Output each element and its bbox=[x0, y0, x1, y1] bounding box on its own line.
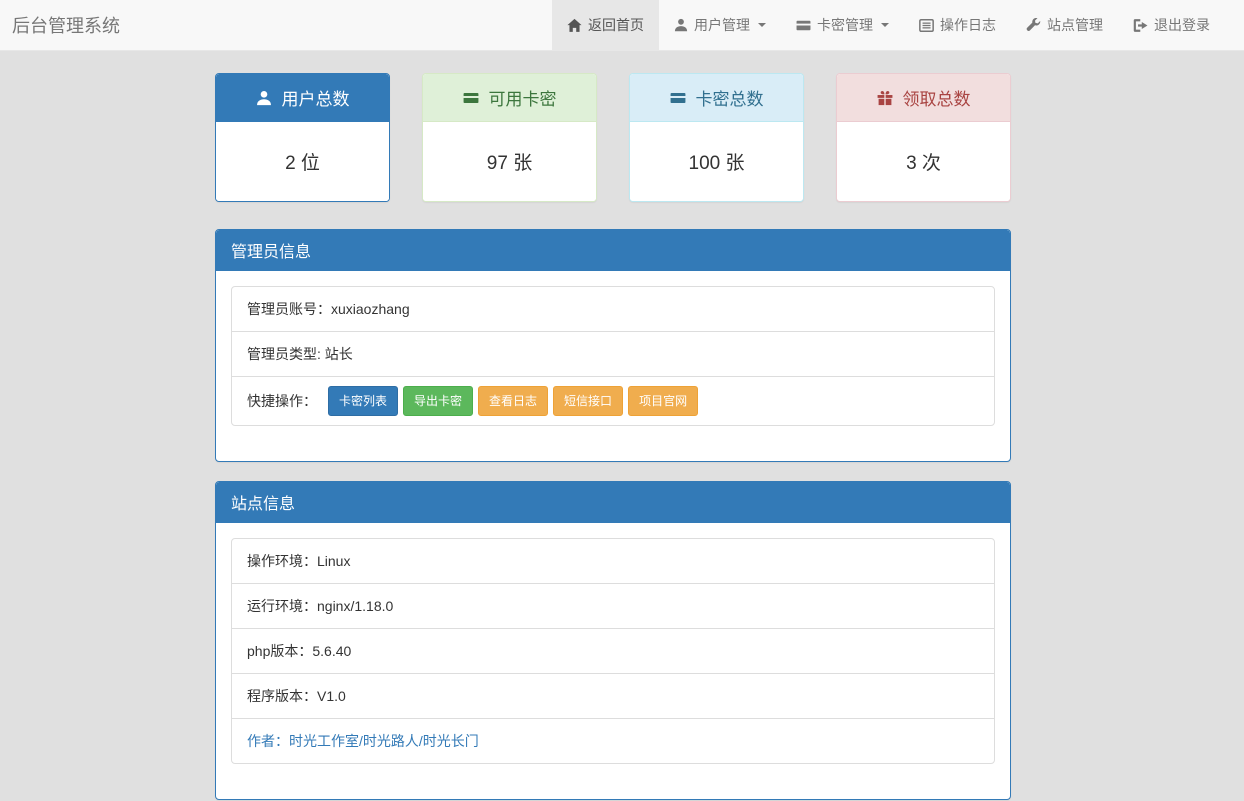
nav-item-home[interactable]: 返回首页 bbox=[552, 0, 659, 50]
panel-body: 操作环境：Linux 运行环境：nginx/1.18.0 php版本：5.6.4… bbox=[216, 523, 1010, 799]
main-content: 用户总数 2 位 可用卡密 97 张 卡密总数 100 张 bbox=[215, 73, 1011, 800]
nav-item-operation-log[interactable]: 操作日志 bbox=[904, 0, 1011, 50]
author-link[interactable]: 作者：时光工作室/时光路人/时光长门 bbox=[232, 718, 994, 763]
user-icon bbox=[674, 18, 688, 32]
user-icon bbox=[256, 90, 272, 106]
site-info-panel: 站点信息 操作环境：Linux 运行环境：nginx/1.18.0 php版本：… bbox=[215, 481, 1011, 800]
nav-item-card-management[interactable]: 卡密管理 bbox=[781, 0, 904, 50]
stat-card-value: 97 张 bbox=[423, 122, 596, 201]
stat-card-total-claimed: 领取总数 3 次 bbox=[836, 73, 1011, 202]
chevron-down-icon bbox=[881, 23, 889, 27]
nav-item-label: 退出登录 bbox=[1154, 15, 1210, 35]
panel-body: 管理员账号：xuxiaozhang 管理员类型: 站长 快捷操作： 卡密列表 导… bbox=[216, 271, 1010, 461]
credit-card-icon bbox=[796, 18, 811, 33]
chevron-down-icon bbox=[758, 23, 766, 27]
stat-card-value: 2 位 bbox=[216, 122, 389, 201]
program-version-row: 程序版本：V1.0 bbox=[232, 673, 994, 718]
wrench-icon bbox=[1026, 18, 1041, 33]
nav-item-label: 操作日志 bbox=[940, 15, 996, 35]
credit-card-icon bbox=[670, 90, 686, 106]
stat-card-title: 领取总数 bbox=[903, 85, 971, 110]
gift-icon bbox=[877, 90, 893, 106]
nav-item-label: 用户管理 bbox=[694, 15, 750, 35]
admin-info-list: 管理员账号：xuxiaozhang 管理员类型: 站长 快捷操作： 卡密列表 导… bbox=[231, 286, 995, 426]
admin-account-row: 管理员账号：xuxiaozhang bbox=[232, 287, 994, 331]
admin-info-panel: 管理员信息 管理员账号：xuxiaozhang 管理员类型: 站长 快捷操作： … bbox=[215, 229, 1011, 462]
stats-cards: 用户总数 2 位 可用卡密 97 张 卡密总数 100 张 bbox=[215, 73, 1011, 202]
nav-item-label: 站点管理 bbox=[1047, 15, 1103, 35]
view-log-button[interactable]: 查看日志 bbox=[478, 386, 548, 416]
stat-card-title: 可用卡密 bbox=[489, 85, 557, 110]
stat-card-header: 可用卡密 bbox=[423, 74, 596, 122]
sms-api-button[interactable]: 短信接口 bbox=[553, 386, 623, 416]
nav-item-label: 返回首页 bbox=[588, 15, 644, 35]
stat-card-title: 卡密总数 bbox=[696, 85, 764, 110]
site-info-list: 操作环境：Linux 运行环境：nginx/1.18.0 php版本：5.6.4… bbox=[231, 538, 995, 764]
stat-card-value: 3 次 bbox=[837, 122, 1010, 201]
server-row: 运行环境：nginx/1.18.0 bbox=[232, 583, 994, 628]
quick-actions-row: 快捷操作： 卡密列表 导出卡密 查看日志 短信接口 项目官网 bbox=[232, 376, 994, 425]
app-title: 后台管理系统 bbox=[0, 0, 135, 50]
nav-item-user-management[interactable]: 用户管理 bbox=[659, 0, 781, 50]
stat-card-header: 领取总数 bbox=[837, 74, 1010, 122]
nav-item-logout[interactable]: 退出登录 bbox=[1118, 0, 1225, 50]
nav-menu: 返回首页 用户管理 卡密管理 操作日志 站点管理 bbox=[552, 0, 1225, 50]
nav-item-label: 卡密管理 bbox=[817, 15, 873, 35]
quick-actions-label: 快捷操作： bbox=[247, 391, 317, 411]
sign-out-icon bbox=[1133, 18, 1148, 33]
home-icon bbox=[567, 18, 582, 33]
os-row: 操作环境：Linux bbox=[232, 539, 994, 583]
stat-card-title: 用户总数 bbox=[282, 85, 350, 110]
credit-card-icon bbox=[463, 90, 479, 106]
stat-card-value: 100 张 bbox=[630, 122, 803, 201]
navbar: 后台管理系统 返回首页 用户管理 卡密管理 操作日志 bbox=[0, 0, 1244, 51]
stat-card-available-cards: 可用卡密 97 张 bbox=[422, 73, 597, 202]
panel-title: 管理员信息 bbox=[216, 230, 1010, 271]
official-site-button[interactable]: 项目官网 bbox=[628, 386, 698, 416]
panel-title: 站点信息 bbox=[216, 482, 1010, 523]
php-version-row: php版本：5.6.40 bbox=[232, 628, 994, 673]
list-alt-icon bbox=[919, 18, 934, 33]
stat-card-total-users: 用户总数 2 位 bbox=[215, 73, 390, 202]
stat-card-header: 用户总数 bbox=[216, 74, 389, 122]
nav-item-site-management[interactable]: 站点管理 bbox=[1011, 0, 1118, 50]
stat-card-total-cards: 卡密总数 100 张 bbox=[629, 73, 804, 202]
export-cards-button[interactable]: 导出卡密 bbox=[403, 386, 473, 416]
card-list-button[interactable]: 卡密列表 bbox=[328, 386, 398, 416]
admin-type-row: 管理员类型: 站长 bbox=[232, 331, 994, 376]
stat-card-header: 卡密总数 bbox=[630, 74, 803, 122]
